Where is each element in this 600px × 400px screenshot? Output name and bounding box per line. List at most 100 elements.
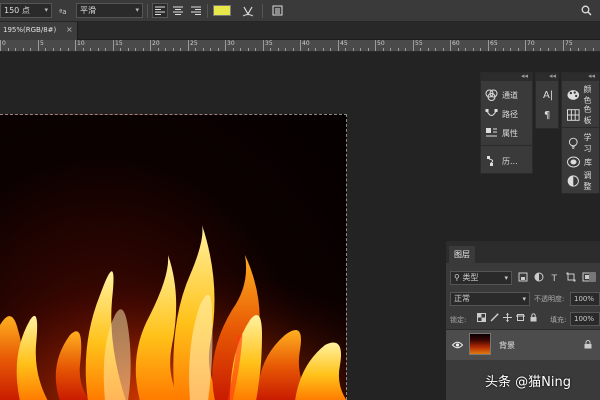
ruler-tick — [390, 48, 391, 51]
history-icon — [487, 156, 494, 166]
warp-text-icon[interactable] — [240, 3, 256, 18]
ruler-tick — [293, 48, 294, 51]
ruler-tick — [353, 48, 354, 51]
panel-item-paths[interactable]: 路径 — [485, 105, 518, 123]
panel-item-paragraph[interactable]: ¶ — [544, 106, 550, 124]
ruler-tick — [45, 48, 46, 51]
shape-filter-icon[interactable] — [566, 272, 576, 282]
lock-pixels-icon[interactable] — [490, 313, 499, 322]
panel-item-properties[interactable]: 属性 — [485, 124, 518, 142]
type-filter-icon[interactable]: T — [550, 272, 560, 282]
ruler-tick — [428, 48, 429, 51]
ruler-tick — [578, 48, 579, 51]
layer-filter-select[interactable]: ⚲ 类型 ▾ — [450, 271, 512, 285]
collapse-icon[interactable]: ◂◂ — [588, 72, 595, 80]
ruler-tick — [420, 48, 421, 51]
layer-row[interactable]: 背景 — [446, 330, 600, 360]
align-right-icon[interactable] — [188, 3, 204, 18]
lock-artboard-icon[interactable] — [516, 313, 525, 322]
properties-icon — [486, 128, 497, 137]
ruler-tick — [30, 48, 31, 51]
panel-item-label: 色板 — [583, 105, 592, 125]
opacity-input[interactable]: 100% — [570, 292, 600, 306]
collapse-icon[interactable]: ◂◂ — [549, 72, 556, 80]
ruler-tick — [330, 48, 331, 51]
adjustments-icon — [567, 175, 579, 187]
panel-item-channels[interactable]: 通道 — [485, 86, 518, 104]
ruler-tick — [345, 48, 346, 51]
anti-alias-select[interactable]: 平滑 ▾ — [76, 3, 143, 18]
ruler-tick — [285, 48, 286, 51]
adjustment-filter-icon[interactable] — [534, 272, 544, 282]
ruler-tick — [263, 40, 264, 51]
ruler-tick — [8, 48, 9, 51]
panel-header[interactable]: ◂◂ — [562, 72, 599, 81]
panel-header[interactable]: ◂◂ — [481, 72, 532, 81]
ruler-tick — [128, 48, 129, 51]
document-canvas[interactable] — [0, 114, 347, 400]
tab-layers[interactable]: 图层 — [449, 246, 475, 263]
ruler-tick — [548, 48, 549, 51]
chevron-down-icon: ▾ — [44, 6, 48, 14]
ruler-tick — [105, 48, 106, 51]
ruler-tick — [405, 48, 406, 51]
ruler-tick — [443, 48, 444, 51]
panel-item-learn[interactable]: 学习 — [567, 133, 599, 153]
close-icon[interactable]: × — [66, 25, 73, 34]
align-center-icon[interactable] — [170, 3, 186, 18]
ruler-tick — [0, 40, 1, 51]
collapsed-panel-group-1: ◂◂ 通道 路径 属性 历... — [480, 72, 534, 174]
ruler-tick — [323, 48, 324, 51]
panel-item-character[interactable]: A| — [543, 86, 553, 104]
horizontal-ruler: 0 5 10 15 20 25 30 35 40 45 50 55 60 65 70 75 — [0, 40, 600, 52]
ruler-tick — [413, 40, 414, 51]
lock-transparent-icon[interactable] — [477, 313, 486, 322]
ruler-tick — [120, 48, 121, 51]
ruler-tick — [195, 48, 196, 51]
panel-item-label: 历... — [502, 156, 518, 166]
ruler-label: 25 — [190, 40, 198, 47]
divider — [481, 145, 534, 146]
collapse-icon[interactable]: ◂◂ — [521, 72, 528, 80]
ruler-tick — [398, 48, 399, 51]
character-panels-icon[interactable] — [269, 3, 285, 18]
text-color-swatch[interactable] — [213, 5, 231, 16]
ruler-tick — [435, 48, 436, 51]
panel-item-libraries[interactable]: 库 — [567, 153, 592, 171]
ruler-label: 0 — [2, 40, 6, 47]
font-size-select[interactable]: 150 点 ▾ — [0, 3, 52, 18]
document-tab[interactable]: 195%(RGB/8#) × — [0, 22, 78, 40]
collapsed-panel-group-2: ◂◂ A| ¶ — [535, 72, 559, 129]
ruler-label: 70 — [527, 40, 535, 47]
ruler-tick — [233, 48, 234, 51]
panel-item-history[interactable]: 历... — [485, 152, 518, 170]
ruler-tick — [368, 48, 369, 51]
ruler-tick — [23, 48, 24, 51]
panel-item-swatches[interactable]: 色板 — [567, 105, 599, 125]
search-icon[interactable] — [578, 3, 594, 18]
libraries-icon — [567, 156, 580, 168]
ruler-tick — [60, 48, 61, 51]
panel-item-adjustments[interactable]: 调整 — [567, 171, 599, 191]
ruler-tick — [165, 48, 166, 51]
ruler-tick — [143, 48, 144, 51]
blend-mode-select[interactable]: 正常 ▾ — [450, 292, 530, 306]
ruler-tick — [458, 48, 459, 51]
ruler-tick — [555, 48, 556, 51]
filter-toggle[interactable] — [589, 272, 596, 282]
eye-icon[interactable] — [452, 341, 463, 349]
panel-item-color[interactable]: 颜色 — [567, 85, 599, 105]
lock-position-icon[interactable] — [503, 313, 512, 322]
document-tab-label: 195%(RGB/8#) — [3, 26, 57, 34]
fill-input[interactable]: 100% — [570, 312, 600, 326]
align-left-icon[interactable] — [152, 3, 168, 18]
lock-all-icon[interactable] — [529, 313, 538, 322]
collapsed-panel-group-3: ◂◂ 颜色 色板 学习 库 调整 — [561, 72, 600, 194]
panel-header[interactable]: ◂◂ — [536, 72, 558, 81]
ruler-label: 50 — [377, 40, 385, 47]
ruler-tick — [315, 48, 316, 51]
pixel-filter-icon[interactable] — [518, 272, 528, 282]
ruler-tick — [203, 48, 204, 51]
ruler-tick — [270, 48, 271, 51]
ruler-tick — [360, 48, 361, 51]
